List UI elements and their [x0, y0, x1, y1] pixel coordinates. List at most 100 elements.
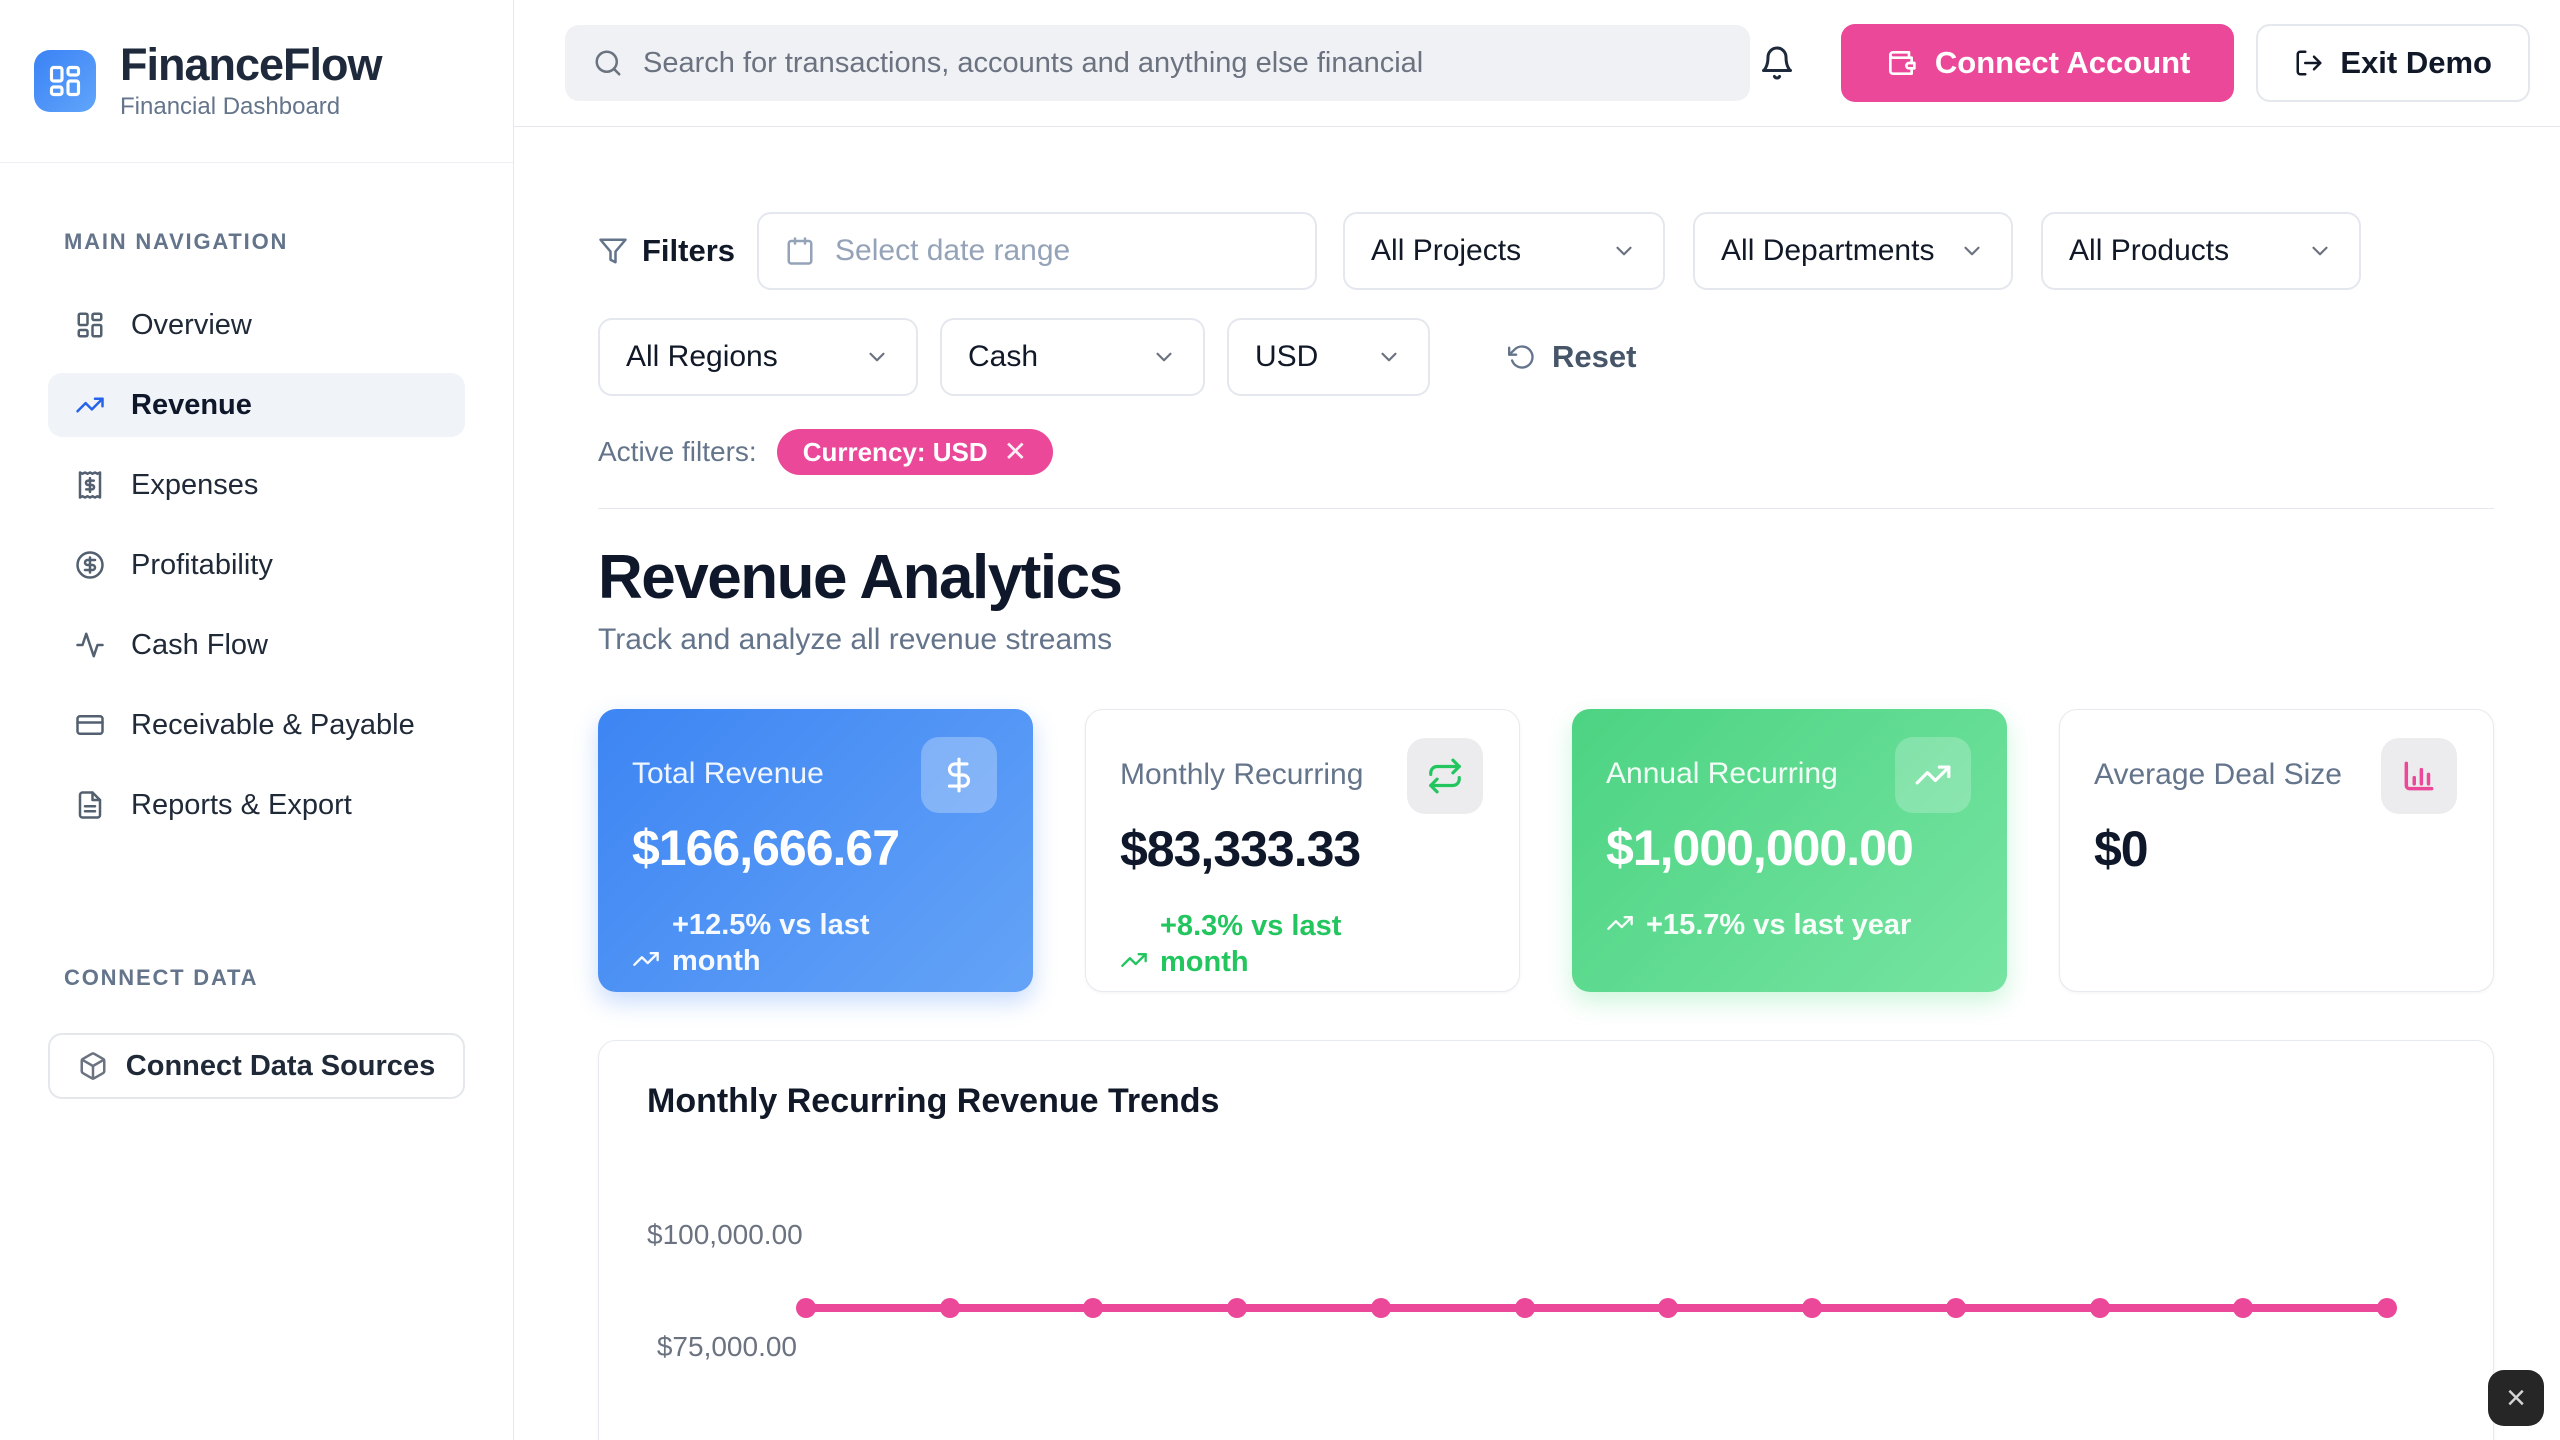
chart-data-point[interactable]	[1227, 1298, 1247, 1318]
sidebar-item-revenue[interactable]: Revenue	[48, 373, 465, 437]
filters-row-1: Filters Select date range All Projects A…	[598, 212, 2494, 290]
sidebar-item-expenses[interactable]: Expenses	[48, 453, 465, 517]
mrr-trends-chart-card: Monthly Recurring Revenue Trends $100,00…	[598, 1040, 2494, 1440]
page-subtitle: Track and analyze all revenue streams	[598, 623, 2494, 657]
sidebar-item-label: Cash Flow	[131, 629, 268, 662]
content: Filters Select date range All Projects A…	[514, 127, 2560, 1440]
filters-label: Filters	[642, 233, 735, 269]
chart-data-point[interactable]	[2233, 1298, 2253, 1318]
trending-up-icon	[1606, 909, 1634, 937]
accounting-method-value: Cash	[968, 340, 1038, 374]
connect-data-sources-label: Connect Data Sources	[126, 1050, 435, 1083]
sidebar-item-label: Overview	[131, 309, 252, 342]
connect-account-button[interactable]: Connect Account	[1841, 24, 2234, 102]
notifications-button[interactable]	[1753, 39, 1801, 87]
exit-demo-label: Exit Demo	[2340, 45, 2492, 81]
stat-card-value: $166,666.67	[632, 819, 997, 877]
search-input[interactable]	[643, 47, 1722, 80]
chevron-down-icon	[1151, 344, 1177, 370]
active-filters-row: Active filters: Currency: USD ✕	[598, 429, 2494, 475]
active-filter-chip-currency[interactable]: Currency: USD ✕	[777, 429, 1053, 475]
trending-up-icon	[632, 945, 660, 973]
products-select-value: All Products	[2069, 234, 2229, 268]
package-icon	[78, 1051, 108, 1081]
bell-icon	[1759, 45, 1795, 81]
top-bar: Connect Account Exit Demo	[514, 0, 2560, 127]
brand-subtitle: Financial Dashboard	[120, 93, 382, 121]
chart-title: Monthly Recurring Revenue Trends	[647, 1081, 2445, 1121]
reset-label: Reset	[1552, 339, 1636, 375]
regions-select[interactable]: All Regions	[598, 318, 918, 396]
stat-card-average-deal-size: Average Deal Size $0	[2059, 709, 2494, 992]
chart-data-point[interactable]	[2090, 1298, 2110, 1318]
projects-select[interactable]: All Projects	[1343, 212, 1665, 290]
section-divider	[598, 508, 2494, 509]
exit-demo-button[interactable]: Exit Demo	[2256, 24, 2530, 102]
main-area: Connect Account Exit Demo Filters	[514, 0, 2560, 1440]
accounting-method-select[interactable]: Cash	[940, 318, 1205, 396]
chevron-down-icon	[1959, 238, 1985, 264]
chart-data-point[interactable]	[2377, 1298, 2397, 1318]
filters-title: Filters	[598, 233, 735, 269]
sidebar-item-reports-export[interactable]: Reports & Export	[48, 773, 465, 837]
sidebar-item-receivable-payable[interactable]: Receivable & Payable	[48, 693, 465, 757]
sidebar-item-profitability[interactable]: Profitability	[48, 533, 465, 597]
departments-select[interactable]: All Departments	[1693, 212, 2013, 290]
connect-data-sources-button[interactable]: Connect Data Sources	[48, 1033, 465, 1099]
app-logo-icon	[34, 50, 96, 112]
chart-data-point[interactable]	[1515, 1298, 1535, 1318]
sidebar: FinanceFlow Financial Dashboard MAIN NAV…	[0, 0, 514, 1440]
connect-data-section-label: CONNECT DATA	[64, 965, 513, 991]
repeat-icon	[1407, 738, 1483, 814]
products-select[interactable]: All Products	[2041, 212, 2361, 290]
sidebar-item-cash-flow[interactable]: Cash Flow	[48, 613, 465, 677]
chart-data-point[interactable]	[796, 1298, 816, 1318]
trending-up-icon	[75, 390, 105, 420]
chart-data-point[interactable]	[940, 1298, 960, 1318]
stat-card-label: Monthly Recurring	[1120, 758, 1363, 792]
nav-section-label: MAIN NAVIGATION	[64, 229, 513, 255]
stat-card-label: Total Revenue	[632, 757, 824, 791]
stat-card-total-revenue: Total Revenue $166,666.67 +12.5% vs last…	[598, 709, 1033, 992]
stat-card-change: +12.5% vs last month	[632, 907, 997, 979]
filter-icon	[598, 236, 628, 266]
filters-row-2: All Regions Cash USD	[598, 318, 2494, 396]
y-axis-tick: $100,000.00	[647, 1219, 797, 1251]
chart-data-point[interactable]	[1802, 1298, 1822, 1318]
sidebar-item-overview[interactable]: Overview	[48, 293, 465, 357]
chart-data-point[interactable]	[1371, 1298, 1391, 1318]
stat-cards: Total Revenue $166,666.67 +12.5% vs last…	[598, 709, 2494, 992]
trending-up-icon	[1120, 946, 1148, 974]
close-button[interactable]: ×	[2488, 1370, 2544, 1426]
brand-name: FinanceFlow	[120, 41, 382, 88]
sidebar-item-label: Revenue	[131, 389, 252, 422]
date-range-input[interactable]: Select date range	[757, 212, 1317, 290]
regions-select-value: All Regions	[626, 340, 778, 374]
active-filters-label: Active filters:	[598, 436, 757, 468]
search-bar[interactable]	[565, 25, 1750, 101]
stat-card-value: $0	[2094, 820, 2457, 878]
chart-data-point[interactable]	[1658, 1298, 1678, 1318]
sidebar-item-label: Expenses	[131, 469, 258, 502]
remove-filter-icon[interactable]: ✕	[1004, 438, 1027, 466]
chart-data-point[interactable]	[1083, 1298, 1103, 1318]
projects-select-value: All Projects	[1371, 234, 1521, 268]
stat-card-change-text: +8.3% vs last month	[1160, 908, 1432, 980]
receipt-icon	[75, 470, 105, 500]
stat-card-value: $83,333.33	[1120, 820, 1483, 878]
date-range-placeholder: Select date range	[835, 234, 1070, 268]
currency-select[interactable]: USD	[1227, 318, 1430, 396]
sidebar-item-label: Reports & Export	[131, 789, 352, 822]
chart-data-point[interactable]	[1946, 1298, 1966, 1318]
chevron-down-icon	[864, 344, 890, 370]
brand-text: FinanceFlow Financial Dashboard	[120, 41, 382, 121]
file-text-icon	[75, 790, 105, 820]
trending-up-icon	[1895, 737, 1971, 813]
dashboard-icon	[75, 310, 105, 340]
reset-filters-button[interactable]: Reset	[1508, 339, 1636, 375]
stat-card-change-text: +15.7% vs last year	[1646, 907, 1911, 943]
calendar-icon	[785, 236, 815, 266]
chevron-down-icon	[1611, 238, 1637, 264]
stat-card-monthly-recurring: Monthly Recurring $83,333.33 +8.3% vs la…	[1085, 709, 1520, 992]
stat-card-change-text: +12.5% vs last month	[672, 907, 944, 979]
